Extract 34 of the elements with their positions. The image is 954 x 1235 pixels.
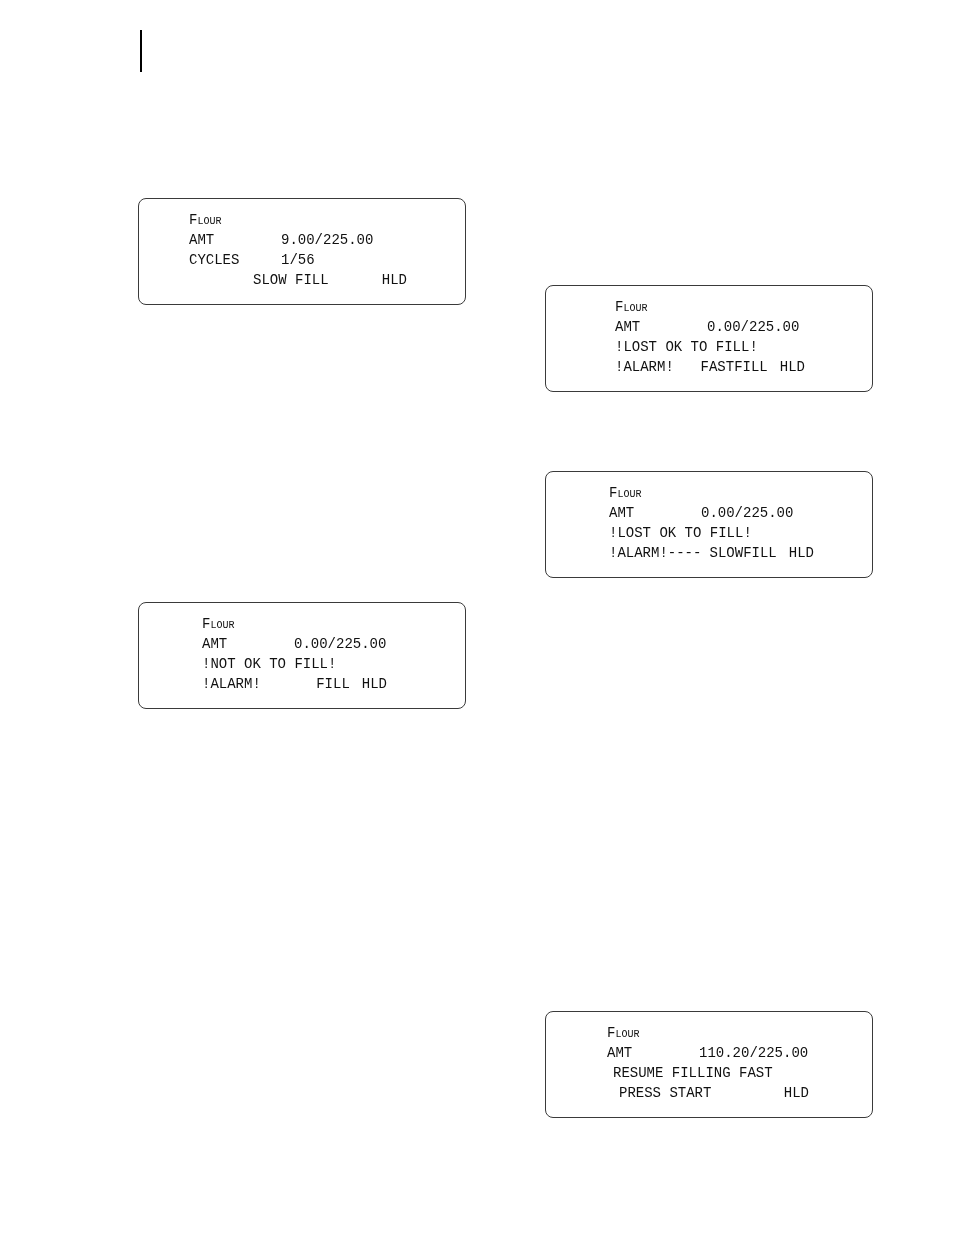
field-label: CYCLES	[189, 252, 240, 268]
alarm-text: !ALARM!	[202, 675, 261, 694]
fill-mode-text: SLOWFILL	[709, 544, 777, 563]
hold-text: HLD	[779, 358, 805, 377]
alarm-text: !ALARM!----	[609, 544, 702, 563]
alarm-text: !ALARM!	[615, 358, 674, 377]
status-message: !LOST OK TO FILL!	[609, 524, 752, 543]
display-title: Flour	[615, 298, 648, 317]
field-value: 0.00/225.00	[294, 635, 387, 654]
hold-text: HLD	[788, 544, 814, 563]
field-label: AMT	[615, 319, 641, 335]
field-value: 9.00/225.00	[281, 231, 374, 250]
field-label: AMT	[607, 1045, 633, 1061]
hold-text: HLD	[783, 1084, 809, 1103]
field-value: 110.20/225.00	[699, 1044, 809, 1063]
hold-text: HLD	[361, 675, 387, 694]
fill-mode-text: FASTFILL	[700, 358, 768, 377]
display-title: Flour	[609, 484, 642, 503]
field-label: AMT	[202, 636, 228, 652]
fill-mode-text: SLOW FILL	[253, 271, 329, 290]
display-title: Flour	[189, 211, 222, 230]
status-message: RESUME FILLING FAST	[613, 1064, 773, 1083]
field-value: 1/56	[281, 251, 315, 270]
fill-mode-text: PRESS START	[619, 1084, 712, 1103]
hold-text: HLD	[381, 271, 407, 290]
display-title: Flour	[202, 615, 235, 634]
fill-mode-text: FILL	[316, 675, 350, 694]
field-label: AMT	[609, 505, 635, 521]
field-value: 0.00/225.00	[707, 318, 800, 337]
status-message: !NOT OK TO FILL!	[202, 655, 337, 674]
field-label: AMT	[189, 232, 215, 248]
field-value: 0.00/225.00	[701, 504, 794, 523]
status-message: !LOST OK TO FILL!	[615, 338, 758, 357]
display-title: Flour	[607, 1024, 640, 1043]
